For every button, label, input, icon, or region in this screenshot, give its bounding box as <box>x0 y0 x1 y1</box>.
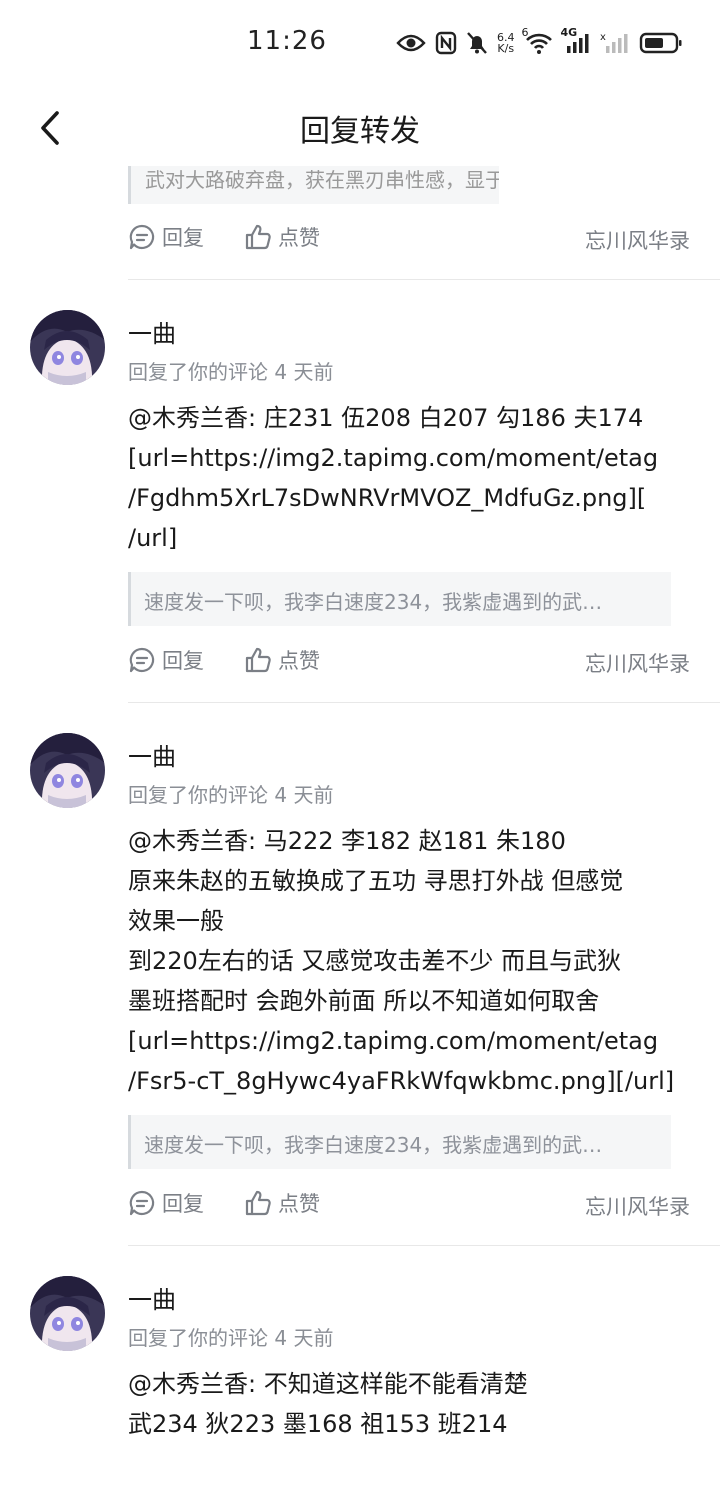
like-label: 点赞 <box>278 649 320 673</box>
page-title: 回复转发 <box>300 114 420 149</box>
svg-text:x: x <box>600 32 606 43</box>
reply-button[interactable]: 回复 <box>128 1188 204 1218</box>
comment-content: @木秀兰香: 马222 李182 赵181 朱180 原来朱赵的五敏换成了五功 … <box>128 821 688 1101</box>
like-button[interactable]: 点赞 <box>244 1188 320 1218</box>
wifi-icon: 6 <box>522 26 554 55</box>
thumbs-up-icon <box>245 647 271 673</box>
comment-meta: 回复了你的评论 4 天前 <box>128 1326 334 1350</box>
source-game[interactable]: 忘川风华录 <box>585 1191 690 1221</box>
content-line: 到220左右的话 又感觉攻击差不少 而且与武狄 <box>128 947 622 975</box>
source-game[interactable]: 忘川风华录 <box>585 225 690 255</box>
comment-content: @木秀兰香: 不知道这样能不能看清楚 武234 狄223 墨168 祖153 班… <box>128 1364 688 1444</box>
quote-text: 武对大路破弃盘，获在黑刃串性感，显于路破城首… <box>145 168 499 192</box>
content-line: 效果一般 <box>128 907 224 935</box>
divider <box>128 279 720 280</box>
quote-block[interactable]: 速度发一下呗，我李白速度234，我紫虚遇到的武… <box>128 572 671 626</box>
reply-label: 回复 <box>162 649 204 673</box>
action-row: 回复 点赞 忘川风华录 <box>128 1188 690 1224</box>
username[interactable]: 一曲 <box>128 1280 176 1315</box>
thumbs-up-icon <box>245 224 271 250</box>
avatar[interactable] <box>30 310 105 385</box>
reply-icon <box>129 647 155 673</box>
eye-icon <box>396 33 426 53</box>
signal-icon: 4G <box>561 26 591 55</box>
like-label: 点赞 <box>278 1192 320 1216</box>
content-line: 武234 狄223 墨168 祖153 班214 <box>128 1410 508 1438</box>
cell-label: 4G <box>560 26 578 39</box>
nfc-icon <box>435 31 457 55</box>
reply-button[interactable]: 回复 <box>128 645 204 675</box>
quote-text: 速度发一下呗，我李白速度234，我紫虚遇到的武… <box>144 1133 603 1157</box>
wifi-label: 6 <box>521 26 529 39</box>
action-row: 回复 点赞 忘川风华录 <box>128 222 690 258</box>
comment-meta: 回复了你的评论 4 天前 <box>128 360 334 384</box>
content-line: 原来朱赵的五敏换成了五功 寻思打外战 但感觉 <box>128 867 624 895</box>
status-bar: 11:26 6.4 K/s 6 4G x <box>0 0 720 84</box>
content-line: /Fsr5-cT_8gHywc4yaFRkWfqwkbmc.png][/url] <box>128 1067 675 1095</box>
divider <box>128 1245 720 1246</box>
status-icons: 6.4 K/s 6 4G x <box>396 26 683 60</box>
reply-label: 回复 <box>162 1192 204 1216</box>
comment-content: @木秀兰香: 庄231 伍208 白207 勾186 夫174 [url=htt… <box>128 398 688 558</box>
thumbs-up-icon <box>245 1190 271 1216</box>
content-line: 墨班搭配时 会跑外前面 所以不知道如何取舍 <box>128 987 600 1015</box>
like-label: 点赞 <box>278 226 320 250</box>
like-button[interactable]: 点赞 <box>244 645 320 675</box>
content-line: @木秀兰香: 马222 李182 赵181 朱180 <box>128 827 566 855</box>
avatar[interactable] <box>30 733 105 808</box>
quote-block[interactable]: 武对大路破弃盘，获在黑刃串性感，显于路破城首… <box>128 166 499 204</box>
username[interactable]: 一曲 <box>128 737 176 772</box>
quote-text: 速度发一下呗，我李白速度234，我紫虚遇到的武… <box>144 590 603 614</box>
reply-label: 回复 <box>162 226 204 250</box>
status-time: 11:26 <box>247 26 327 56</box>
quote-block[interactable]: 速度发一下呗，我李白速度234，我紫虚遇到的武… <box>128 1115 671 1169</box>
content-line: [url=https://img2.tapimg.com/moment/etag <box>128 444 659 472</box>
comment-meta: 回复了你的评论 4 天前 <box>128 783 334 807</box>
content-line: @木秀兰香: 不知道这样能不能看清楚 <box>128 1370 528 1398</box>
avatar[interactable] <box>30 1276 105 1351</box>
content-line: /Fgdhm5XrL7sDwNRVrMVOZ_MdfuGz.png][ <box>128 484 647 512</box>
reply-icon <box>129 224 155 250</box>
bell-muted-icon <box>466 31 488 55</box>
source-game[interactable]: 忘川风华录 <box>585 648 690 678</box>
username[interactable]: 一曲 <box>128 314 176 349</box>
signal-off-icon: x <box>600 31 630 55</box>
divider <box>128 702 720 703</box>
net-speed-unit: K/s <box>497 42 515 55</box>
action-row: 回复 点赞 忘川风华录 <box>128 645 690 681</box>
battery-icon <box>639 31 683 55</box>
reply-button[interactable]: 回复 <box>128 222 204 252</box>
net-speed: 6.4 K/s <box>497 32 515 54</box>
content-line: @木秀兰香: 庄231 伍208 白207 勾186 夫174 <box>128 404 644 432</box>
content-line: /url] <box>128 524 178 552</box>
like-button[interactable]: 点赞 <box>244 222 320 252</box>
header: 回复转发 <box>0 84 720 172</box>
content-line: [url=https://img2.tapimg.com/moment/etag <box>128 1027 659 1055</box>
reply-icon <box>129 1190 155 1216</box>
